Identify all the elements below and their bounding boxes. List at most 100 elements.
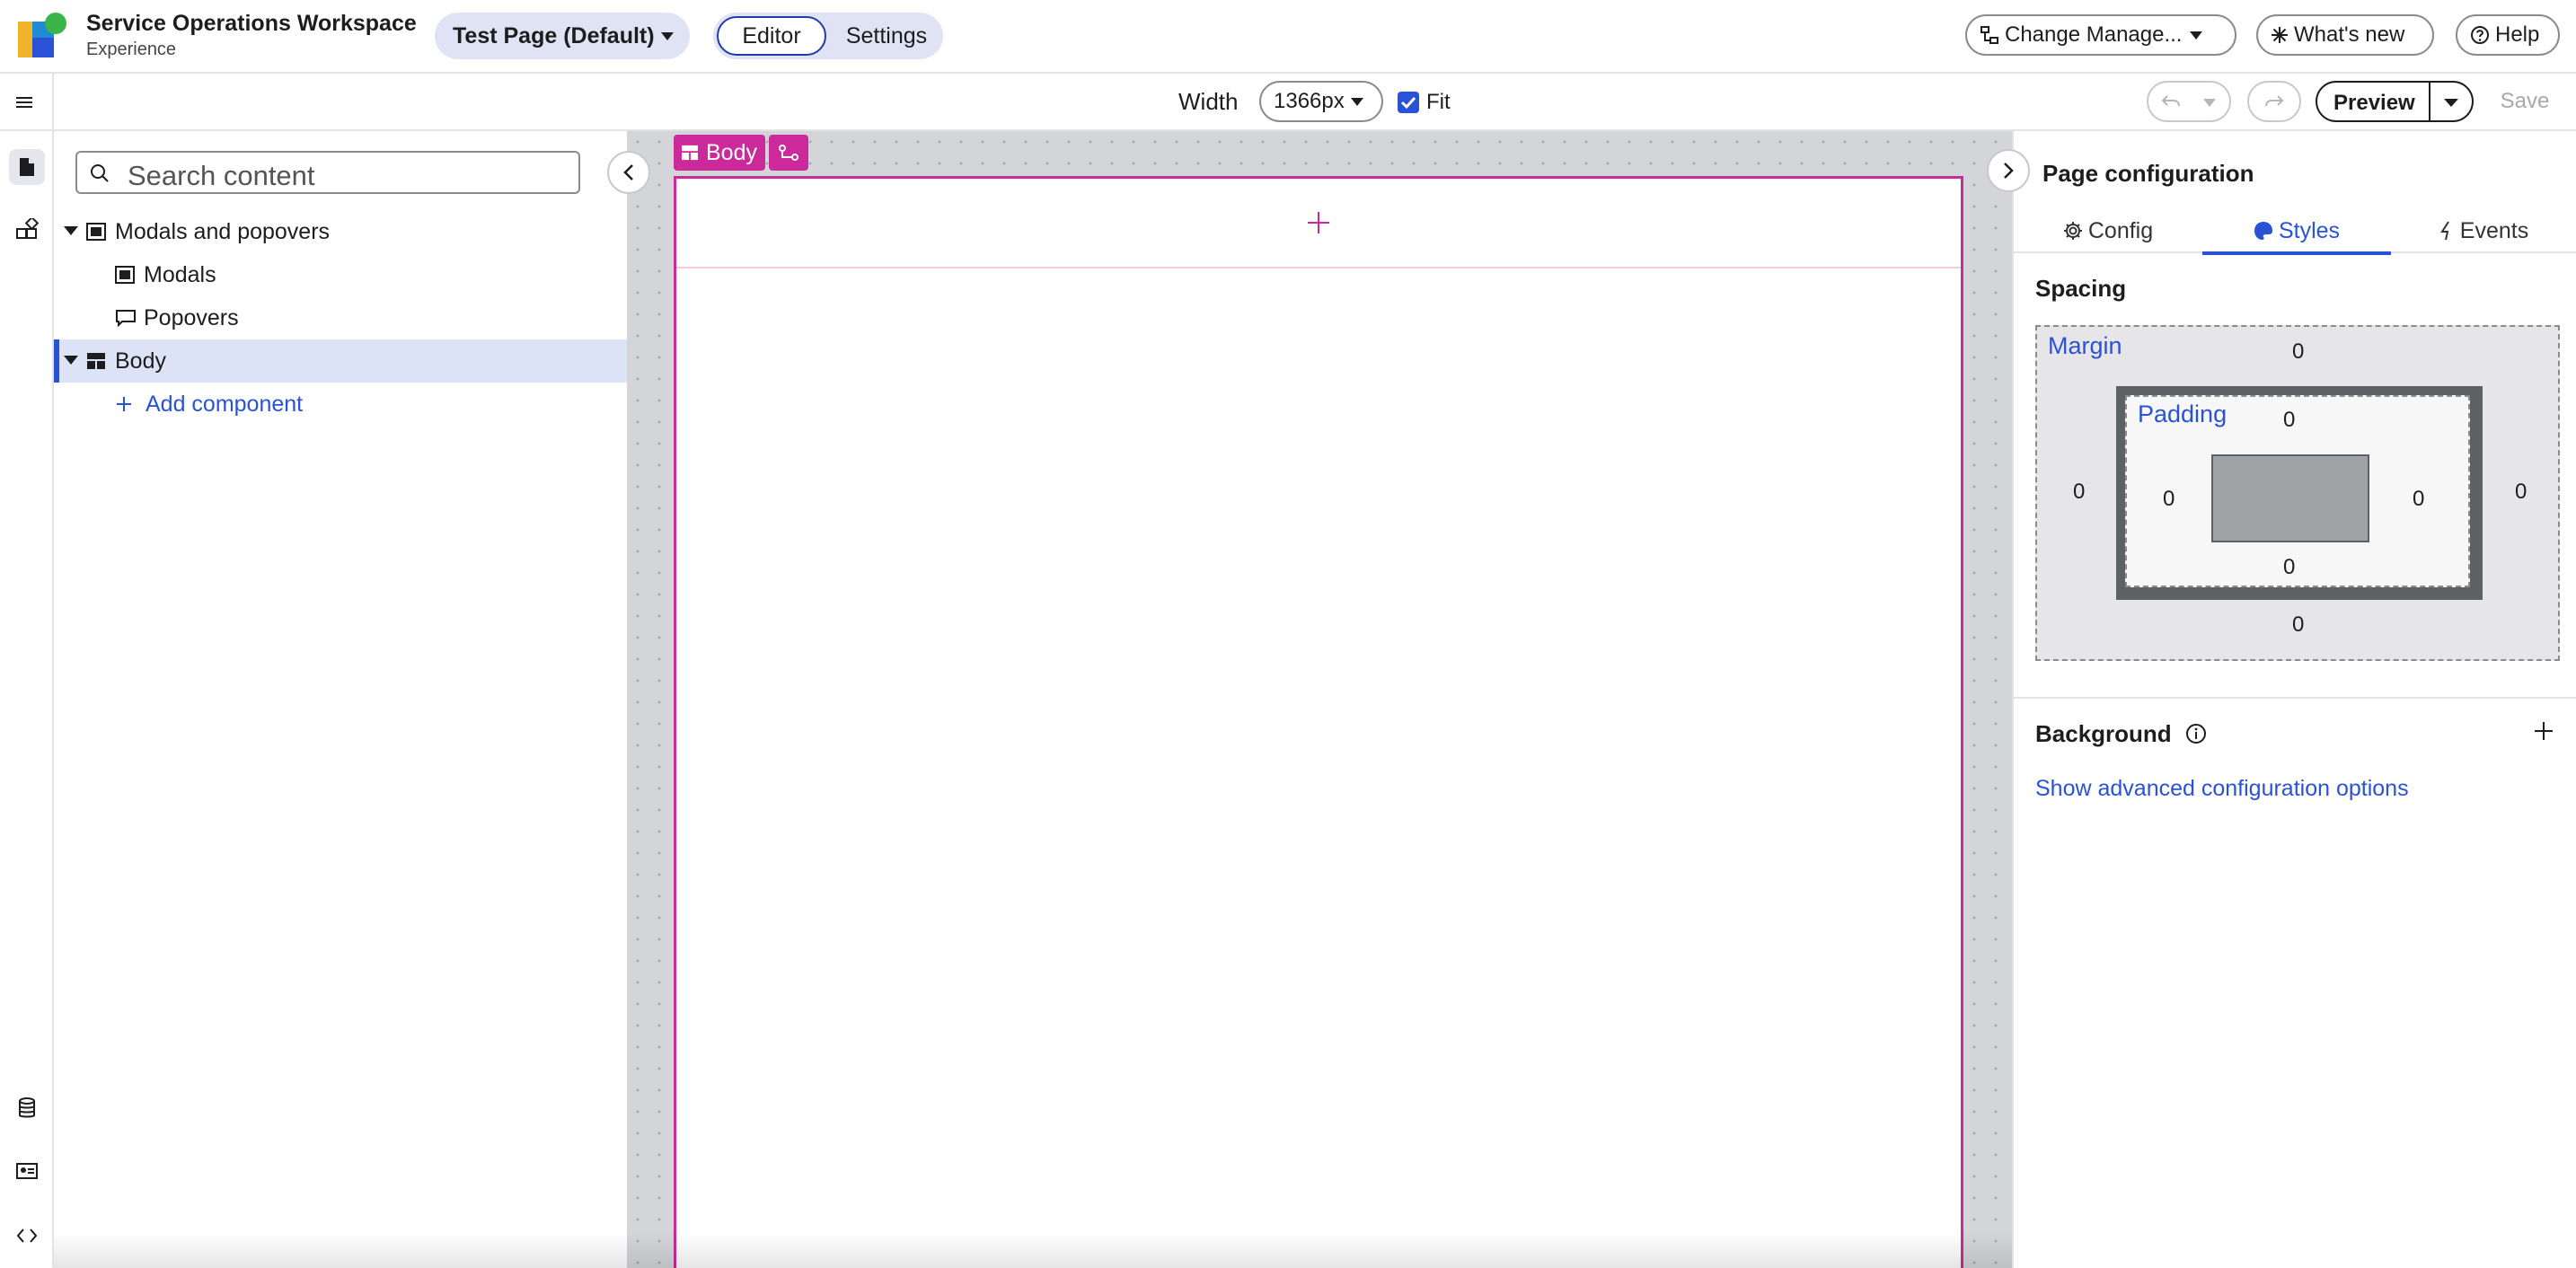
- padding-right-value[interactable]: 0: [2413, 487, 2424, 512]
- id-card-icon: [16, 1163, 38, 1179]
- body-container[interactable]: [674, 176, 1963, 1268]
- fit-checkbox[interactable]: [1398, 92, 1419, 113]
- page-selector[interactable]: Test Page (Default): [435, 13, 690, 59]
- hamburger-menu-icon[interactable]: [14, 93, 34, 111]
- preview-separator: [2429, 83, 2430, 120]
- tab-config[interactable]: Config: [2014, 208, 2202, 253]
- advanced-options-link[interactable]: Show advanced configuration options: [2035, 776, 2409, 802]
- checkmark-icon: [1400, 96, 1416, 110]
- change-manager-button[interactable]: Change Manage...: [1965, 14, 2236, 56]
- margin-left-value[interactable]: 0: [2073, 480, 2085, 505]
- lightning-icon: [2439, 221, 2449, 241]
- change-manager-label: Change Manage...: [2005, 22, 2183, 47]
- add-component-slot[interactable]: [676, 179, 1961, 269]
- info-icon[interactable]: [2185, 723, 2207, 744]
- rail-code-button[interactable]: [9, 1218, 45, 1254]
- collapse-left-panel-button[interactable]: [607, 151, 650, 194]
- whats-new-label: What's new: [2294, 22, 2405, 47]
- background-heading-label: Background: [2035, 720, 2172, 747]
- question-icon: [2471, 26, 2489, 44]
- tab-label: Events: [2459, 217, 2529, 243]
- margin-label: Margin: [2048, 332, 2122, 359]
- panel-title: Page configuration: [2042, 160, 2254, 187]
- mode-settings-button[interactable]: Settings: [835, 16, 938, 56]
- margin-top-value[interactable]: 0: [2292, 339, 2304, 365]
- modal-icon: [115, 266, 135, 284]
- tab-events[interactable]: Events: [2391, 208, 2576, 253]
- margin-box: Margin 0 0 0 0 Padding 0 0 0 0: [2035, 325, 2560, 661]
- add-component-label: Add component: [146, 392, 304, 417]
- tree-item-label: Modals and popovers: [115, 219, 331, 244]
- undo-button-group: [2147, 81, 2231, 122]
- rail-data-button[interactable]: [9, 1090, 45, 1126]
- page-selector-label: Test Page (Default): [453, 22, 655, 48]
- tree-item-body[interactable]: Body: [54, 339, 627, 383]
- preview-button-group: Preview: [2316, 81, 2474, 122]
- modal-icon: [86, 223, 106, 241]
- plus-icon: [1308, 212, 1329, 233]
- tab-label: Config: [2087, 217, 2154, 243]
- margin-right-value[interactable]: 0: [2515, 480, 2527, 505]
- padding-left-value[interactable]: 0: [2163, 487, 2175, 512]
- search-placeholder: Search content: [128, 160, 315, 191]
- margin-bottom-value[interactable]: 0: [2292, 612, 2304, 638]
- document-icon: [20, 158, 34, 176]
- help-button[interactable]: Help: [2456, 14, 2560, 56]
- selected-component-chip[interactable]: Body: [674, 135, 765, 171]
- layout-icon: [87, 353, 105, 369]
- rail-components-button[interactable]: [9, 212, 45, 248]
- caret-down-icon[interactable]: [63, 354, 79, 366]
- whats-new-button[interactable]: What's new: [2256, 14, 2434, 56]
- select-parent-button[interactable]: [769, 135, 808, 171]
- rail-client-state-button[interactable]: [9, 1153, 45, 1189]
- app-subtitle: Experience: [86, 40, 177, 59]
- background-heading: Background: [2035, 720, 2207, 748]
- fit-label: Fit: [1426, 90, 1451, 114]
- tab-label: Styles: [2278, 217, 2341, 243]
- selected-component-label: Body: [706, 139, 757, 165]
- popover-icon: [116, 310, 136, 327]
- sparkle-icon: [2272, 27, 2288, 43]
- tree-item-modals-and-popovers[interactable]: Modals and popovers: [54, 210, 627, 253]
- preview-button[interactable]: Preview: [2333, 91, 2415, 116]
- section-divider: [2014, 697, 2576, 699]
- add-component-link[interactable]: Add component: [54, 383, 627, 426]
- caret-down-icon[interactable]: [2202, 97, 2217, 108]
- tree-item-label: Body: [115, 348, 166, 374]
- help-label: Help: [2495, 22, 2540, 47]
- tree-item-modals[interactable]: Modals: [54, 253, 627, 296]
- undo-icon[interactable]: [2161, 92, 2181, 110]
- collapse-right-panel-button[interactable]: [1987, 149, 2030, 192]
- tree-item-label: Popovers: [144, 305, 239, 330]
- width-select[interactable]: 1366px: [1259, 81, 1383, 122]
- gear-icon: [2063, 222, 2082, 240]
- content-box: [2211, 454, 2369, 542]
- hierarchy-icon: [779, 145, 798, 161]
- mode-editor-button[interactable]: Editor: [717, 16, 826, 56]
- caret-down-icon[interactable]: [2443, 97, 2459, 108]
- toolbar-divider: [52, 74, 54, 131]
- padding-box: Padding 0 0 0 0: [2125, 395, 2470, 587]
- save-button[interactable]: Save: [2484, 81, 2565, 122]
- caret-down-icon: [660, 32, 674, 40]
- caret-down-icon: [2190, 31, 2203, 40]
- rail-content-tree-button[interactable]: [9, 149, 45, 185]
- padding-bottom-value[interactable]: 0: [2283, 555, 2295, 580]
- components-grid-icon: [16, 218, 39, 239]
- width-value: 1366px: [1274, 89, 1345, 113]
- search-content-input[interactable]: Search content: [75, 151, 580, 194]
- mode-toggle: Editor Settings: [713, 13, 943, 59]
- editor-toolbar: Width 1366px Fit Preview Save: [0, 74, 2576, 131]
- add-background-plus-icon[interactable]: [2533, 720, 2554, 742]
- redo-button[interactable]: [2247, 81, 2301, 122]
- search-icon: [91, 164, 109, 182]
- palette-icon: [2254, 222, 2272, 240]
- tree-item-popovers[interactable]: Popovers: [54, 296, 627, 339]
- app-title: Service Operations Workspace: [86, 11, 417, 36]
- tree-item-label: Modals: [144, 262, 216, 287]
- tab-styles[interactable]: Styles: [2202, 208, 2391, 255]
- plus-icon: [117, 397, 131, 411]
- padding-top-value[interactable]: 0: [2283, 408, 2295, 433]
- caret-down-icon[interactable]: [63, 225, 79, 237]
- border-box: Padding 0 0 0 0: [2116, 386, 2483, 600]
